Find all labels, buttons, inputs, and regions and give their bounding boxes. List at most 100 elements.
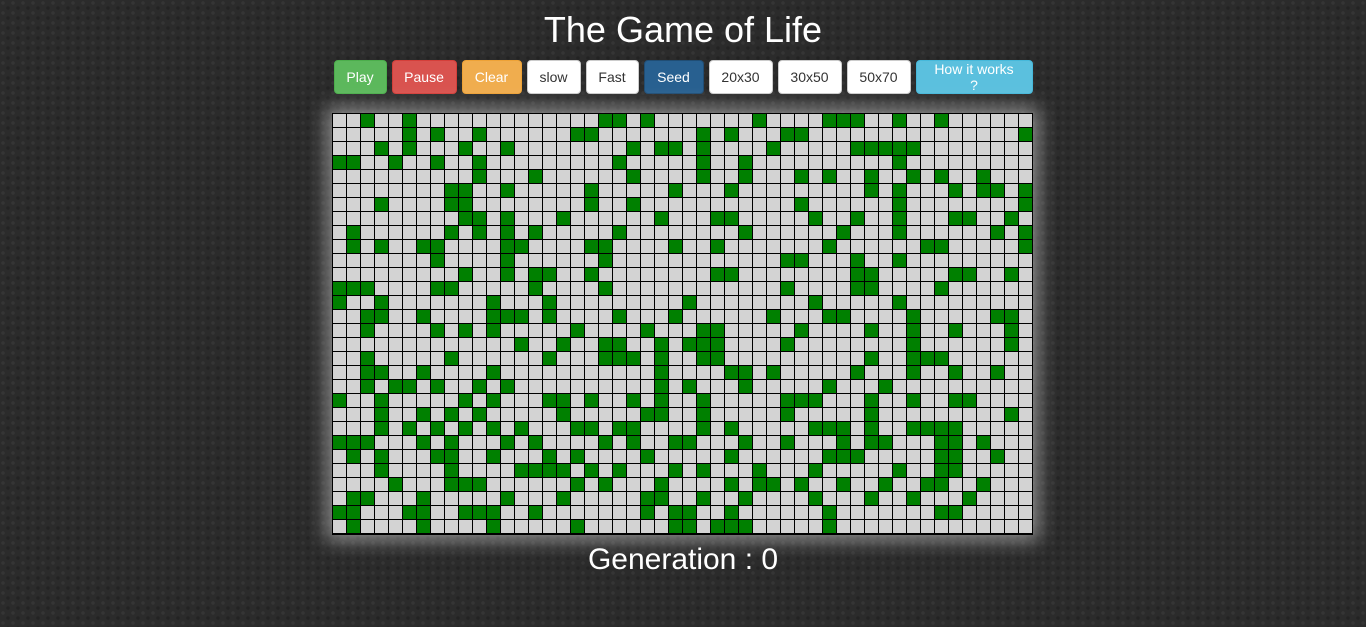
grid-cell[interactable] [697,114,710,127]
grid-cell[interactable] [949,296,962,309]
grid-cell[interactable] [473,324,486,337]
grid-cell[interactable] [361,184,374,197]
grid-cell-alive[interactable] [879,478,892,491]
grid-cell[interactable] [473,520,486,533]
grid-cell[interactable] [557,282,570,295]
grid-cell[interactable] [389,492,402,505]
grid-cell-alive[interactable] [669,436,682,449]
grid-cell-alive[interactable] [739,170,752,183]
grid-cell[interactable] [389,310,402,323]
grid-cell[interactable] [767,226,780,239]
grid-cell[interactable] [935,380,948,393]
grid-cell[interactable] [753,436,766,449]
grid-cell[interactable] [557,366,570,379]
grid-cell[interactable] [893,436,906,449]
grid-cell[interactable] [627,380,640,393]
grid-cell[interactable] [669,282,682,295]
grid-cell[interactable] [487,114,500,127]
grid-cell[interactable] [921,282,934,295]
grid-cell[interactable] [501,394,514,407]
grid-cell[interactable] [739,464,752,477]
grid-cell[interactable] [837,254,850,267]
grid-cell[interactable] [389,324,402,337]
grid-cell[interactable] [669,198,682,211]
grid-cell[interactable] [473,254,486,267]
grid-cell-alive[interactable] [753,114,766,127]
grid-cell-alive[interactable] [963,492,976,505]
grid-cell[interactable] [599,142,612,155]
grid-cell-alive[interactable] [375,142,388,155]
grid-cell[interactable] [333,338,346,351]
grid-cell[interactable] [669,254,682,267]
grid-cell[interactable] [893,366,906,379]
grid-cell[interactable] [837,240,850,253]
grid-cell[interactable] [991,142,1004,155]
grid-cell-alive[interactable] [571,128,584,141]
grid-cell[interactable] [837,156,850,169]
grid-cell[interactable] [347,198,360,211]
grid-cell-alive[interactable] [501,436,514,449]
grid-cell-alive[interactable] [543,268,556,281]
grid-cell[interactable] [515,366,528,379]
grid-cell[interactable] [557,254,570,267]
grid-cell[interactable] [529,366,542,379]
grid-cell[interactable] [1019,408,1032,421]
grid-cell[interactable] [515,408,528,421]
grid-cell[interactable] [431,212,444,225]
grid-cell[interactable] [641,422,654,435]
grid-cell[interactable] [963,380,976,393]
grid-cell-alive[interactable] [571,520,584,533]
grid-cell[interactable] [809,282,822,295]
grid-cell-alive[interactable] [501,492,514,505]
grid-cell-alive[interactable] [949,184,962,197]
grid-cell[interactable] [865,366,878,379]
grid-cell[interactable] [333,128,346,141]
grid-cell[interactable] [781,170,794,183]
grid-cell[interactable] [557,478,570,491]
grid-cell[interactable] [389,520,402,533]
grid-cell[interactable] [977,240,990,253]
grid-cell-alive[interactable] [697,422,710,435]
grid-cell[interactable] [361,268,374,281]
grid-cell[interactable] [459,240,472,253]
grid-cell[interactable] [865,506,878,519]
grid-cell[interactable] [473,268,486,281]
grid-cell-alive[interactable] [1019,240,1032,253]
grid-cell[interactable] [683,352,696,365]
grid-cell[interactable] [627,184,640,197]
grid-cell[interactable] [641,338,654,351]
grid-cell[interactable] [823,212,836,225]
grid-cell[interactable] [627,338,640,351]
grid-cell[interactable] [669,226,682,239]
grid-cell[interactable] [991,296,1004,309]
grid-cell-alive[interactable] [599,254,612,267]
grid-cell-alive[interactable] [445,352,458,365]
grid-cell[interactable] [893,492,906,505]
grid-cell[interactable] [865,478,878,491]
grid-cell[interactable] [473,282,486,295]
grid-cell[interactable] [655,520,668,533]
grid-cell[interactable] [753,268,766,281]
grid-cell[interactable] [907,268,920,281]
grid-cell-alive[interactable] [907,422,920,435]
grid-cell[interactable] [781,156,794,169]
grid-cell[interactable] [949,128,962,141]
grid-cell[interactable] [921,506,934,519]
grid-cell-alive[interactable] [725,520,738,533]
grid-cell-alive[interactable] [739,380,752,393]
grid-cell[interactable] [753,310,766,323]
grid-cell[interactable] [613,436,626,449]
grid-cell[interactable] [879,338,892,351]
grid-cell[interactable] [683,254,696,267]
grid-cell[interactable] [781,268,794,281]
grid-cell[interactable] [543,338,556,351]
grid-cell[interactable] [725,296,738,309]
grid-cell[interactable] [921,338,934,351]
grid-cell[interactable] [879,450,892,463]
grid-cell[interactable] [375,436,388,449]
grid-cell[interactable] [571,394,584,407]
grid-cell[interactable] [557,156,570,169]
grid-cell[interactable] [837,282,850,295]
grid-cell[interactable] [557,240,570,253]
grid-cell[interactable] [333,198,346,211]
